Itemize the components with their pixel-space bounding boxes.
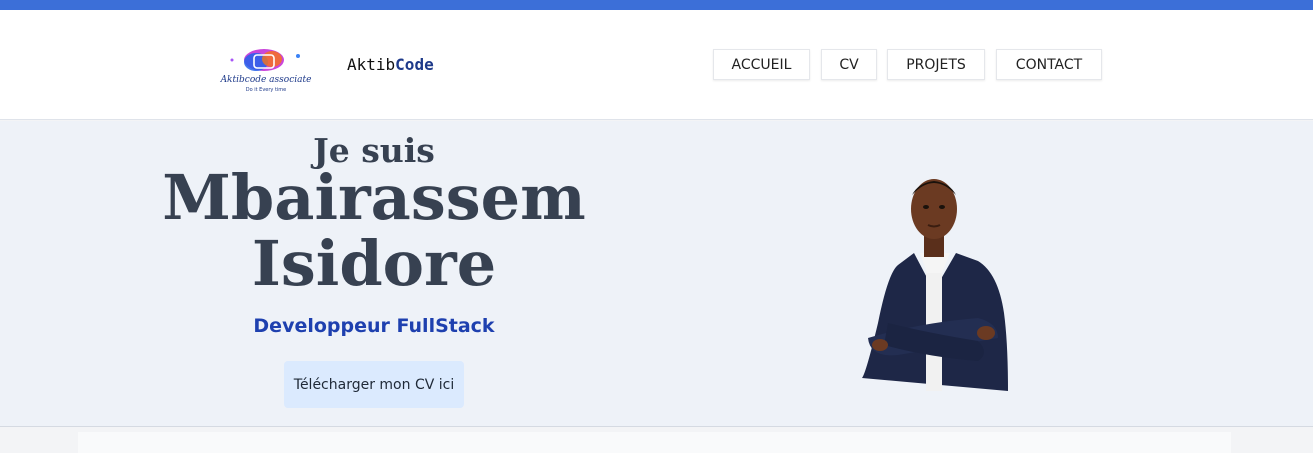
content-section-start <box>78 432 1231 453</box>
nav-accueil-button[interactable]: ACCUEIL <box>713 49 810 80</box>
nav-cv-button[interactable]: CV <box>821 49 877 80</box>
hero-section: Je suis Mbairassem Isidore Developpeur F… <box>0 121 1313 427</box>
site-header: Aktibcode associate Do it Every time Akt… <box>0 10 1313 120</box>
top-accent-bar <box>0 0 1313 10</box>
hero-name-line2: Isidore <box>251 227 497 300</box>
profile-portrait <box>862 179 1008 391</box>
svg-text:Aktibcode associate: Aktibcode associate <box>220 75 312 85</box>
hero-name-line1: Mbairassem <box>162 161 586 234</box>
aktibcode-logo[interactable]: Aktibcode associate Do it Every time <box>208 46 324 96</box>
svg-text:Do it Every time: Do it Every time <box>246 87 287 93</box>
nav-contact-button[interactable]: CONTACT <box>996 49 1102 80</box>
hero-name: Mbairassem Isidore <box>140 165 608 297</box>
download-cv-button[interactable]: Télécharger mon CV ici <box>284 361 464 408</box>
hero-role: Developpeur FullStack <box>253 315 495 337</box>
nav-projets-button[interactable]: PROJETS <box>887 49 985 80</box>
brand-name[interactable]: AktibCode <box>347 55 434 74</box>
brand-suffix: Code <box>395 55 434 74</box>
brand-prefix: Aktib <box>347 55 396 74</box>
